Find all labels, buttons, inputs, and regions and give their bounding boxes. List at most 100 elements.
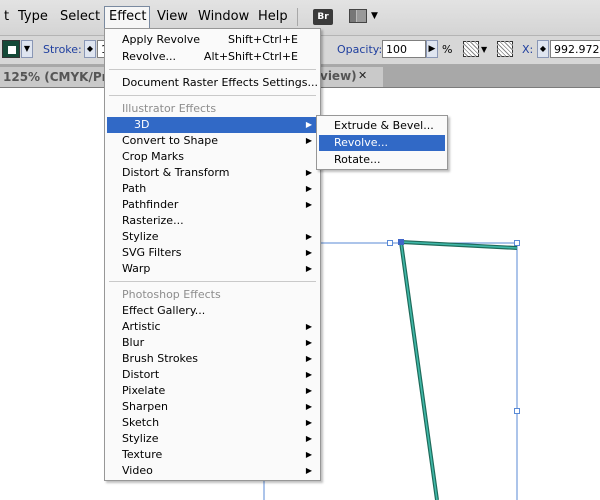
submenu-arrow-icon: ▶: [305, 184, 312, 193]
document-tab-title-end: view): [320, 69, 357, 83]
stroke-color-swatch[interactable]: [2, 40, 20, 58]
menu-item-label: Blur: [122, 336, 145, 349]
stroke-label: Stroke:: [43, 43, 82, 56]
submenu-arrow-icon: ▶: [305, 450, 312, 459]
menu-item-rasterize[interactable]: Rasterize...: [107, 213, 318, 229]
menu-item-revolve-3d[interactable]: Revolve...: [319, 135, 445, 151]
menu-item-label: Pathfinder: [122, 198, 179, 211]
anchor-point[interactable]: [398, 239, 404, 245]
submenu-arrow-icon: ▶: [305, 466, 312, 475]
menu-select[interactable]: Select: [56, 6, 104, 28]
menu-item-revolve[interactable]: Revolve... Alt+Shift+Ctrl+E: [107, 49, 318, 65]
submenu-arrow-icon: ▶: [305, 200, 312, 209]
submenu-arrow-icon: ▶: [305, 232, 312, 241]
illustrator-effects-header: Illustrator Effects: [122, 102, 217, 115]
menu-item-texture[interactable]: Texture ▶: [107, 447, 318, 463]
menu-item-crop-marks[interactable]: Crop Marks: [107, 149, 318, 165]
arrange-documents-icon[interactable]: [349, 9, 367, 23]
menu-separator: [109, 95, 316, 96]
chevron-down-icon[interactable]: ▼: [371, 11, 378, 21]
menu-item-pixelate[interactable]: Pixelate ▶: [107, 383, 318, 399]
menu-type[interactable]: Type: [14, 6, 52, 28]
menu-view[interactable]: View: [153, 6, 192, 28]
submenu-arrow-icon: ▶: [305, 434, 312, 443]
profile-path-inner: [400, 241, 518, 500]
menu-item-document-raster-effects[interactable]: Document Raster Effects Settings...: [107, 75, 318, 91]
menu-item-label: Brush Strokes: [122, 352, 199, 365]
percent-label: %: [442, 43, 453, 56]
menu-item-path[interactable]: Path ▶: [107, 181, 318, 197]
menu-item-brush-strokes[interactable]: Brush Strokes ▶: [107, 351, 318, 367]
menu-item-effect-gallery[interactable]: Effect Gallery...: [107, 303, 318, 319]
submenu-arrow-icon: ▶: [305, 120, 312, 129]
submenu-arrow-icon: ▶: [305, 402, 312, 411]
submenu-arrow-icon: ▶: [305, 338, 312, 347]
menu-item-stylize[interactable]: Stylize ▶: [107, 229, 318, 245]
bbox-handle-middle-right[interactable]: [514, 408, 520, 414]
menubar-separator: [297, 8, 298, 26]
x-label: X:: [522, 43, 534, 56]
menu-item-label: Sharpen: [122, 400, 168, 413]
menu-item-artistic[interactable]: Artistic ▶: [107, 319, 318, 335]
menu-item-blur[interactable]: Blur ▶: [107, 335, 318, 351]
menu-item-rotate[interactable]: Rotate...: [319, 152, 445, 168]
chevron-down-icon[interactable]: ▼: [21, 40, 33, 58]
menu-item-label: Warp: [122, 262, 151, 275]
submenu-arrow-icon: ▶: [305, 264, 312, 273]
submenu-arrow-icon: ▶: [305, 322, 312, 331]
menu-item-label: 3D: [134, 118, 150, 131]
submenu-arrow-icon: ▶: [305, 370, 312, 379]
menu-item-sharpen[interactable]: Sharpen ▶: [107, 399, 318, 415]
menu-item-pathfinder[interactable]: Pathfinder ▶: [107, 197, 318, 213]
menu-window[interactable]: Window: [194, 6, 253, 28]
submenu-3d: Extrude & Bevel... Revolve... Rotate...: [316, 115, 448, 170]
submenu-arrow-icon: ▶: [305, 168, 312, 177]
bridge-icon[interactable]: Br: [313, 9, 333, 25]
submenu-arrow-icon: ▶: [305, 386, 312, 395]
menu-item-label: Revolve...: [122, 50, 176, 63]
menu-item-label: Texture: [122, 448, 163, 461]
menu-item-label: Pixelate: [122, 384, 166, 397]
menu-item-sketch[interactable]: Sketch ▶: [107, 415, 318, 431]
bbox-handle-top-center[interactable]: [387, 240, 393, 246]
chevron-down-icon[interactable]: ▼: [481, 45, 487, 54]
menu-item-distort-transform[interactable]: Distort & Transform ▶: [107, 165, 318, 181]
menu-item-svg-filters[interactable]: SVG Filters ▶: [107, 245, 318, 261]
menu-item-shortcut: Alt+Shift+Ctrl+E: [203, 50, 298, 63]
menu-help[interactable]: Help: [254, 6, 292, 28]
menu-item-label: Distort & Transform: [122, 166, 230, 179]
menu-separator: [109, 69, 316, 70]
submenu-arrow-icon: ▶: [305, 418, 312, 427]
menu-item-3d[interactable]: 3D ▶: [107, 117, 318, 133]
menu-item-stylize-ps[interactable]: Stylize ▶: [107, 431, 318, 447]
opacity-label: Opacity:: [337, 43, 383, 56]
menu-item-distort[interactable]: Distort ▶: [107, 367, 318, 383]
menu-item-convert-to-shape[interactable]: Convert to Shape ▶: [107, 133, 318, 149]
stroke-swatch-inner: [7, 45, 17, 55]
submenu-arrow-icon: ▶: [305, 248, 312, 257]
menu-item-warp[interactable]: Warp ▶: [107, 261, 318, 277]
menu-item-label: SVG Filters: [122, 246, 182, 259]
reference-point-icon[interactable]: [497, 41, 513, 57]
x-stepper[interactable]: ◆: [537, 40, 549, 58]
menu-item-label: Sketch: [122, 416, 160, 429]
menu-item-label: Artistic: [122, 320, 161, 333]
transform-icon[interactable]: [463, 41, 479, 57]
menu-object[interactable]: t: [0, 6, 13, 28]
stroke-stepper[interactable]: ◆: [84, 40, 96, 58]
close-icon[interactable]: ✕: [358, 69, 367, 82]
menu-separator: [109, 281, 316, 282]
menu-item-label: Path: [122, 182, 147, 195]
submenu-arrow-icon: ▶: [305, 354, 312, 363]
menu-item-video[interactable]: Video ▶: [107, 463, 318, 479]
menu-item-apply-revolve[interactable]: Apply Revolve Shift+Ctrl+E: [107, 32, 318, 48]
menu-item-label: Convert to Shape: [122, 134, 218, 147]
photoshop-effects-header: Photoshop Effects: [122, 288, 221, 301]
opacity-field[interactable]: 100: [382, 40, 426, 58]
menu-item-label: Video: [122, 464, 153, 477]
chevron-right-icon[interactable]: ▶: [426, 40, 438, 58]
menu-item-extrude-bevel[interactable]: Extrude & Bevel...: [319, 118, 445, 134]
x-position-field[interactable]: 992.972 pt: [550, 40, 600, 58]
menu-effect[interactable]: Effect: [104, 6, 150, 28]
bbox-handle-top-right[interactable]: [514, 240, 520, 246]
